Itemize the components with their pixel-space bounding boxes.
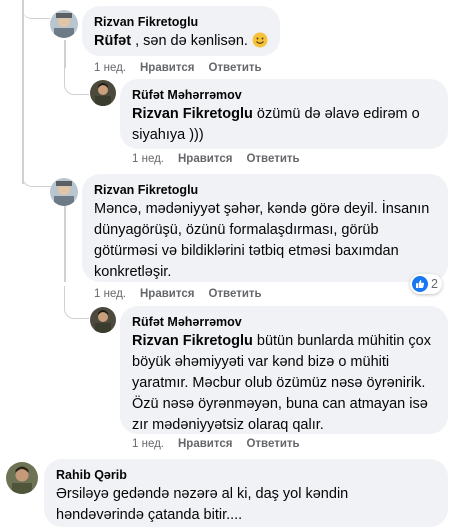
avatar[interactable] (90, 80, 116, 106)
comment-text: Rüfət , sən də kənlisən. (94, 31, 268, 52)
comment-author[interactable]: Rüfət Məhərrəmov (132, 314, 436, 330)
comment-author[interactable]: Rüfət Məhərrəmov (132, 87, 436, 103)
thread-elbow-4 (64, 286, 89, 319)
comment-time[interactable]: 1 нед. (94, 288, 126, 300)
comment-time[interactable]: 1 нед. (132, 153, 164, 165)
like-button[interactable]: Нравится (178, 438, 232, 450)
comment-meta: 1 нед. Нравится Ответить (132, 438, 314, 450)
thread-elbow-3 (64, 58, 89, 95)
reply-button[interactable]: Ответить (208, 62, 261, 74)
comment-text: Məncə, mədəniyyət şəhər, kəndə görə deyi… (94, 201, 430, 280)
reply-button[interactable]: Ответить (246, 153, 299, 165)
comment-author[interactable]: Rahib Qərib (56, 467, 436, 483)
like-button[interactable]: Нравится (140, 288, 194, 300)
comment-meta: 1 нед. Нравится Ответить (94, 288, 276, 300)
thread-elbow-1 (22, 0, 50, 19)
reaction-summary[interactable]: 2 (410, 274, 442, 294)
mention-link[interactable]: Rizvan Fikretoglu (132, 106, 253, 122)
avatar[interactable] (90, 307, 116, 333)
avatar[interactable] (50, 178, 78, 206)
comment-meta: 1 нед. Нравится Ответить (132, 153, 314, 165)
comment-text: Rizvan Fikretoglu özümü də əlavə edirəm … (132, 104, 436, 146)
comment-author[interactable]: Rizvan Fikretoglu (94, 14, 268, 30)
comment-bubble: Rüfət Məhərrəmov Rizvan Fikretoglu özümü… (120, 79, 448, 149)
smiling-face-icon (252, 32, 268, 48)
like-button[interactable]: Нравится (178, 153, 232, 165)
comment-body: , sən də kənlisən. (131, 33, 248, 49)
like-icon (412, 276, 428, 292)
thread-line-sub-2 (64, 202, 66, 282)
comment-meta: 1 нед. Нравится Ответить (94, 62, 276, 74)
comment-author[interactable]: Rizvan Fikretoglu (94, 182, 436, 198)
comment-text: Rizvan Fikretoglu bütün bunlarda mühitin… (132, 331, 436, 436)
mention-link[interactable]: Rüfət (94, 33, 131, 49)
comment-bubble: Rizvan Fikretoglu Məncə, mədəniyyət şəhə… (82, 174, 448, 282)
comment-time[interactable]: 1 нед. (94, 62, 126, 74)
comment-bubble: Rahib Qərib Ərsiləyə gedəndə nəzərə al k… (44, 459, 448, 527)
reaction-count: 2 (431, 277, 438, 291)
reply-button[interactable]: Ответить (246, 438, 299, 450)
like-button[interactable]: Нравится (140, 62, 194, 74)
reply-button[interactable]: Ответить (208, 288, 261, 300)
avatar[interactable] (6, 462, 38, 494)
thread-elbow-2 (22, 150, 51, 187)
avatar[interactable] (50, 10, 78, 38)
comment-time[interactable]: 1 нед. (132, 438, 164, 450)
comment-text: Ərsiləyə gedəndə nəzərə al ki, daş yol k… (56, 486, 349, 523)
comment-bubble: Rizvan Fikretoglu Rüfət , sən də kənlisə… (82, 6, 280, 56)
comment-bubble: Rüfət Məhərrəmov Rizvan Fikretoglu bütün… (120, 306, 448, 434)
mention-link[interactable]: Rizvan Fikretoglu (132, 333, 253, 349)
